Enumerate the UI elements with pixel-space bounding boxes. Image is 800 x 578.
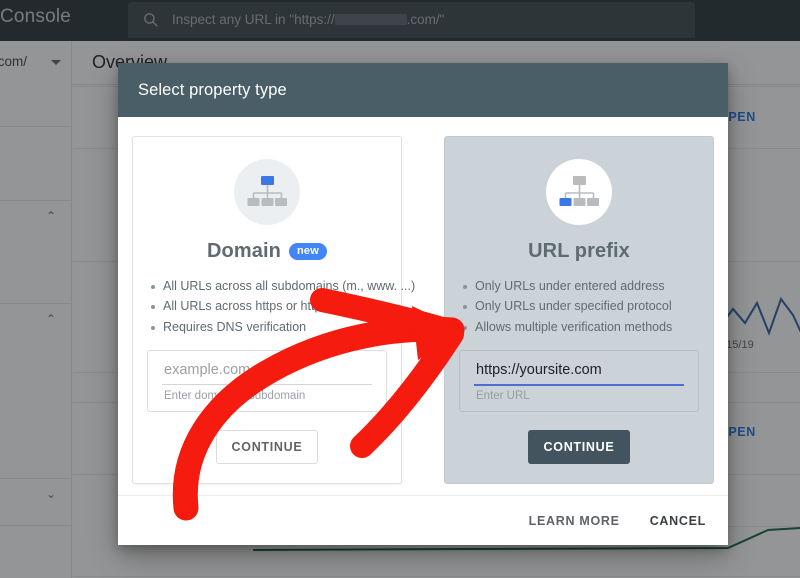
card-title-text: Domain [207,240,281,262]
cancel-button[interactable]: CANCEL [648,510,708,532]
bullet-item: Requires DNS verification [151,318,389,337]
dialog-title: Select property type [138,80,287,99]
bullet-item: Allows multiple verification methods [463,318,701,337]
sitemap-url-prefix-icon [546,159,612,225]
new-badge: new [288,242,327,261]
screenshot-root: OPEN 5/15/19 OPEN 600 ⌃ [0,0,800,578]
select-property-type-dialog: Select property type Domain new All URLs… [118,63,728,545]
bullet-item: All URLs across all subdomains (m., www.… [151,277,415,296]
card-bullets-url-prefix: Only URLs under entered address Only URL… [445,277,713,337]
card-heading-domain: Domain new [133,240,401,263]
learn-more-button[interactable]: LEARN MORE [527,510,622,532]
domain-continue-wrap: CONTINUE [133,430,401,465]
domain-input-underline [162,384,372,386]
url-prefix-input-hint: Enter URL [476,390,530,403]
bullet-item: All URLs across https or http [151,297,389,316]
property-type-card-domain[interactable]: Domain new All URLs across all subdomain… [132,136,415,484]
dialog-header: Select property type [118,63,728,117]
bullet-item: Only URLs under entered address [463,277,701,296]
url-prefix-continue-wrap: CONTINUE [445,430,713,465]
or-divider-label: or [417,331,429,346]
domain-continue-button[interactable]: CONTINUE [215,430,319,465]
property-type-card-url-prefix[interactable]: URL prefix Only URLs under entered addre… [444,136,714,484]
card-heading-url-prefix: URL prefix [445,240,713,263]
card-bullets-domain: All URLs across all subdomains (m., www.… [133,277,415,337]
domain-input-wrapper[interactable]: example.com Enter domain or subdomain [147,350,387,413]
card-title-text: URL prefix [528,240,630,262]
sitemap-domain-icon [234,159,300,225]
url-prefix-input-wrapper[interactable]: https://yoursite.com Enter URL [459,350,699,413]
domain-input-value[interactable]: example.com [164,362,250,378]
domain-input-hint: Enter domain or subdomain [164,390,306,403]
url-prefix-continue-button[interactable]: CONTINUE [527,430,631,465]
bullet-item: Only URLs under specified protocol [463,297,701,316]
url-prefix-input-value[interactable]: https://yoursite.com [476,362,602,378]
url-prefix-input-underline [474,384,684,387]
dialog-footer: LEARN MORE CANCEL [118,495,728,545]
dialog-body: Domain new All URLs across all subdomain… [118,117,728,495]
